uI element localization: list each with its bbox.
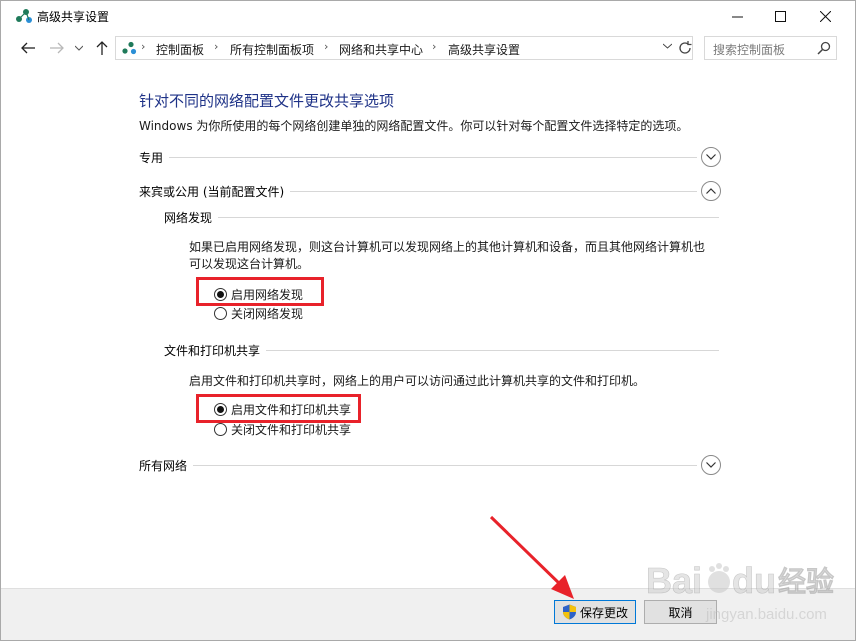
network-discovery-text-line1: 如果已启用网络发现，则这台计算机可以发现网络上的其他计算机和设备，而且其他网络计… (189, 240, 706, 254)
radio-enable-discovery[interactable]: 启用网络发现 (214, 286, 303, 302)
advanced-sharing-settings-window: 高级共享设置 › 控制面板 › 所有控制面板项 › 网络和共享中心 › 高级共享… (0, 0, 856, 641)
radio-button-selected[interactable] (214, 402, 227, 416)
page-title: 针对不同的网络配置文件更改共享选项 (139, 92, 395, 110)
save-changes-button[interactable]: 保存更改 (554, 600, 636, 624)
chevron-up-icon (706, 188, 716, 194)
breadcrumb-separator: › (214, 40, 219, 53)
radio-disable-file-sharing-label: 关闭文件和打印机共享 (231, 422, 352, 437)
profile-private-label: 专用 (139, 149, 170, 166)
breadcrumb-separator: › (324, 40, 329, 53)
radio-button[interactable] (214, 306, 227, 320)
network-discovery-text: 如果已启用网络发现，则这台计算机可以发现网络上的其他计算机和设备，而且其他网络计… (189, 239, 705, 273)
recent-locations-button[interactable] (73, 39, 85, 57)
address-bar[interactable]: › 控制面板 › 所有控制面板项 › 网络和共享中心 › 高级共享设置 (115, 36, 693, 60)
uac-shield-icon (562, 604, 576, 620)
arrow-up-icon (96, 41, 108, 55)
breadcrumb-advanced-sharing[interactable]: 高级共享设置 (448, 41, 520, 58)
refresh-icon[interactable] (677, 40, 693, 56)
chevron-down-icon (706, 462, 716, 468)
radio-disable-discovery-label: 关闭网络发现 (231, 306, 304, 321)
network-icon (122, 41, 137, 55)
arrow-right-icon (50, 42, 64, 54)
collapse-public-button[interactable] (701, 181, 721, 201)
title-bar: 高级共享设置 (1, 1, 855, 32)
chevron-down-icon (662, 43, 672, 49)
file-sharing-title: 文件和打印机共享 (164, 342, 267, 359)
address-dropdown-button[interactable] (660, 41, 674, 55)
minimize-button[interactable] (714, 1, 760, 31)
file-sharing-text: 启用文件和打印机共享时，网络上的用户可以访问通过此计算机共享的文件和打印机。 (189, 374, 646, 388)
profile-public-label: 来宾或公用 (当前配置文件) (139, 183, 291, 200)
chevron-down-icon (75, 45, 83, 51)
maximize-icon (774, 10, 786, 22)
cancel-button[interactable]: 取消 (644, 600, 717, 624)
radio-button-selected[interactable] (214, 287, 227, 301)
button-bar: 保存更改 取消 (1, 588, 855, 640)
divider (139, 465, 697, 466)
back-button[interactable] (19, 39, 37, 57)
search-placeholder: 搜索控制面板 (713, 43, 786, 57)
breadcrumb-all-items[interactable]: 所有控制面板项 (230, 41, 314, 58)
breadcrumb-network-center[interactable]: 网络和共享中心 (339, 41, 423, 58)
radio-disable-discovery[interactable]: 关闭网络发现 (214, 305, 303, 321)
maximize-button[interactable] (757, 1, 803, 31)
network-discovery-text-line2: 可以发现这台计算机。 (189, 257, 310, 271)
radio-enable-discovery-label: 启用网络发现 (231, 287, 304, 302)
radio-button[interactable] (214, 422, 227, 436)
up-button[interactable] (93, 39, 111, 57)
arrow-left-icon (21, 42, 35, 54)
network-discovery-title: 网络发现 (164, 209, 219, 226)
search-icon[interactable] (817, 41, 831, 55)
navigation-bar: › 控制面板 › 所有控制面板项 › 网络和共享中心 › 高级共享设置 搜索控制… (1, 33, 855, 63)
chevron-down-icon (706, 154, 716, 160)
search-input[interactable]: 搜索控制面板 (704, 36, 837, 60)
close-button[interactable] (802, 1, 848, 31)
radio-enable-file-sharing-label: 启用文件和打印机共享 (231, 402, 352, 417)
expand-private-button[interactable] (701, 147, 721, 167)
profile-all-networks-header[interactable]: 所有网络 (139, 455, 721, 475)
profile-all-networks-label: 所有网络 (139, 457, 194, 474)
save-changes-label: 保存更改 (579, 605, 628, 620)
expand-all-networks-button[interactable] (701, 455, 721, 475)
divider (164, 217, 719, 218)
profile-public-header[interactable]: 来宾或公用 (当前配置文件) (139, 181, 721, 201)
page-description: Windows 为你所使用的每个网络创建单独的网络配置文件。你可以针对每个配置文… (139, 119, 689, 133)
breadcrumb-separator: › (141, 40, 146, 53)
close-icon (819, 10, 831, 22)
breadcrumb-control-panel[interactable]: 控制面板 (156, 41, 204, 58)
radio-disable-file-sharing[interactable]: 关闭文件和打印机共享 (214, 421, 351, 437)
breadcrumb-separator: › (432, 40, 437, 53)
network-icon (16, 9, 32, 23)
network-discovery-header: 网络发现 (164, 209, 719, 226)
window-title: 高级共享设置 (37, 10, 110, 24)
forward-button[interactable] (48, 39, 66, 57)
minimize-icon (731, 16, 743, 17)
profile-private-header[interactable]: 专用 (139, 147, 721, 167)
main-content: 针对不同的网络配置文件更改共享选项 Windows 为你所使用的每个网络创建单独… (1, 63, 855, 588)
cancel-label: 取消 (668, 605, 693, 620)
file-sharing-header: 文件和打印机共享 (164, 342, 719, 359)
divider (139, 157, 697, 158)
radio-enable-file-sharing[interactable]: 启用文件和打印机共享 (214, 401, 351, 417)
